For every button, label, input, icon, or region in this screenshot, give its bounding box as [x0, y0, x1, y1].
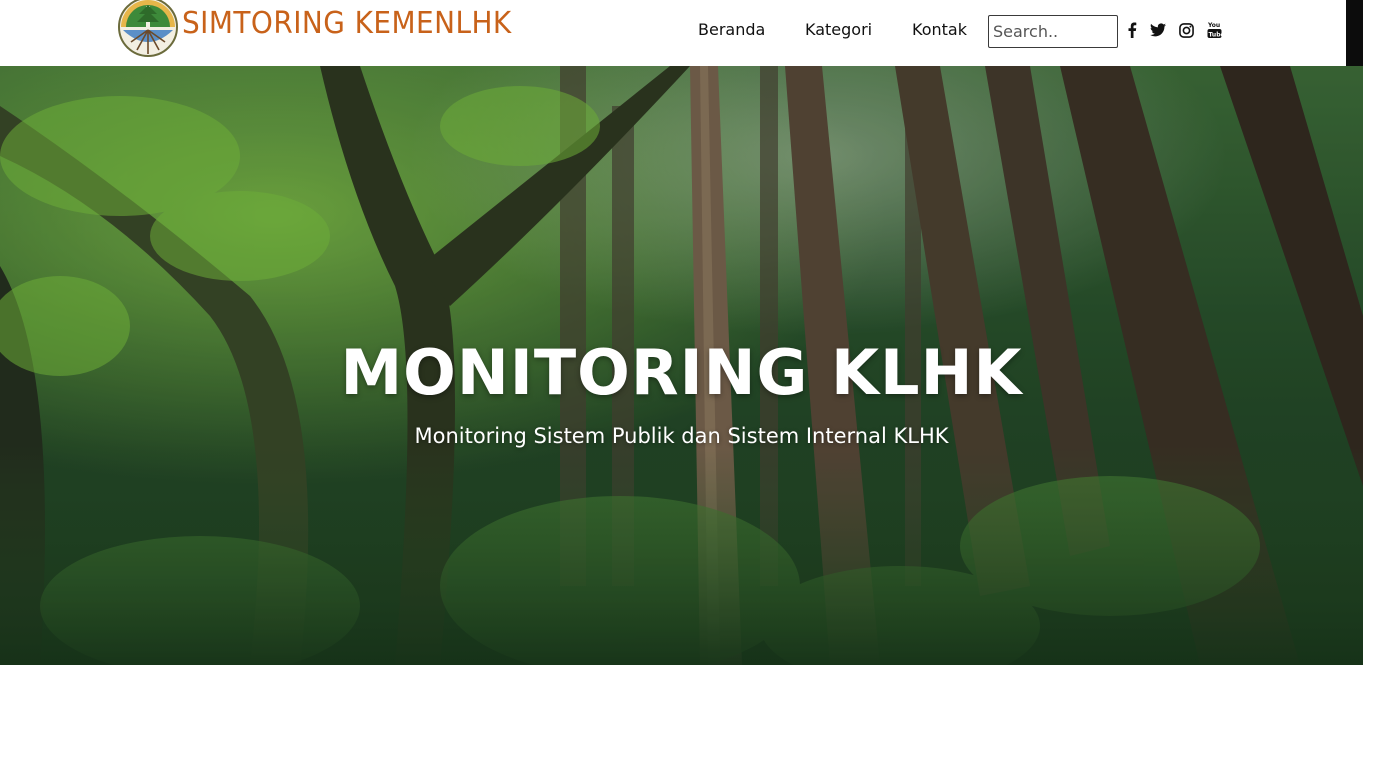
instagram-icon[interactable]	[1177, 21, 1195, 39]
brand-title[interactable]: SIMTORING KEMENLHK	[182, 6, 512, 41]
hero-title: MONITORING KLHK	[340, 336, 1023, 409]
navbar: SIMTORING KEMENLHK Beranda Kategori Kont…	[0, 0, 1346, 66]
facebook-icon[interactable]	[1123, 21, 1141, 39]
nav-kategori[interactable]: Kategori	[805, 20, 872, 39]
hero-banner: MONITORING KLHK Monitoring Sistem Publik…	[0, 66, 1363, 665]
svg-text:You: You	[1207, 22, 1220, 29]
nav-beranda[interactable]: Beranda	[698, 20, 765, 39]
window-edge	[1346, 0, 1363, 66]
kemenlhk-logo[interactable]	[117, 0, 179, 57]
twitter-icon[interactable]	[1149, 21, 1167, 39]
search-input[interactable]	[988, 15, 1118, 48]
hero-subtitle: Monitoring Sistem Publik dan Sistem Inte…	[414, 424, 949, 448]
nav-kontak[interactable]: Kontak	[912, 20, 967, 39]
youtube-icon[interactable]: You Tube	[1205, 21, 1223, 39]
svg-text:Tube: Tube	[1208, 32, 1222, 39]
